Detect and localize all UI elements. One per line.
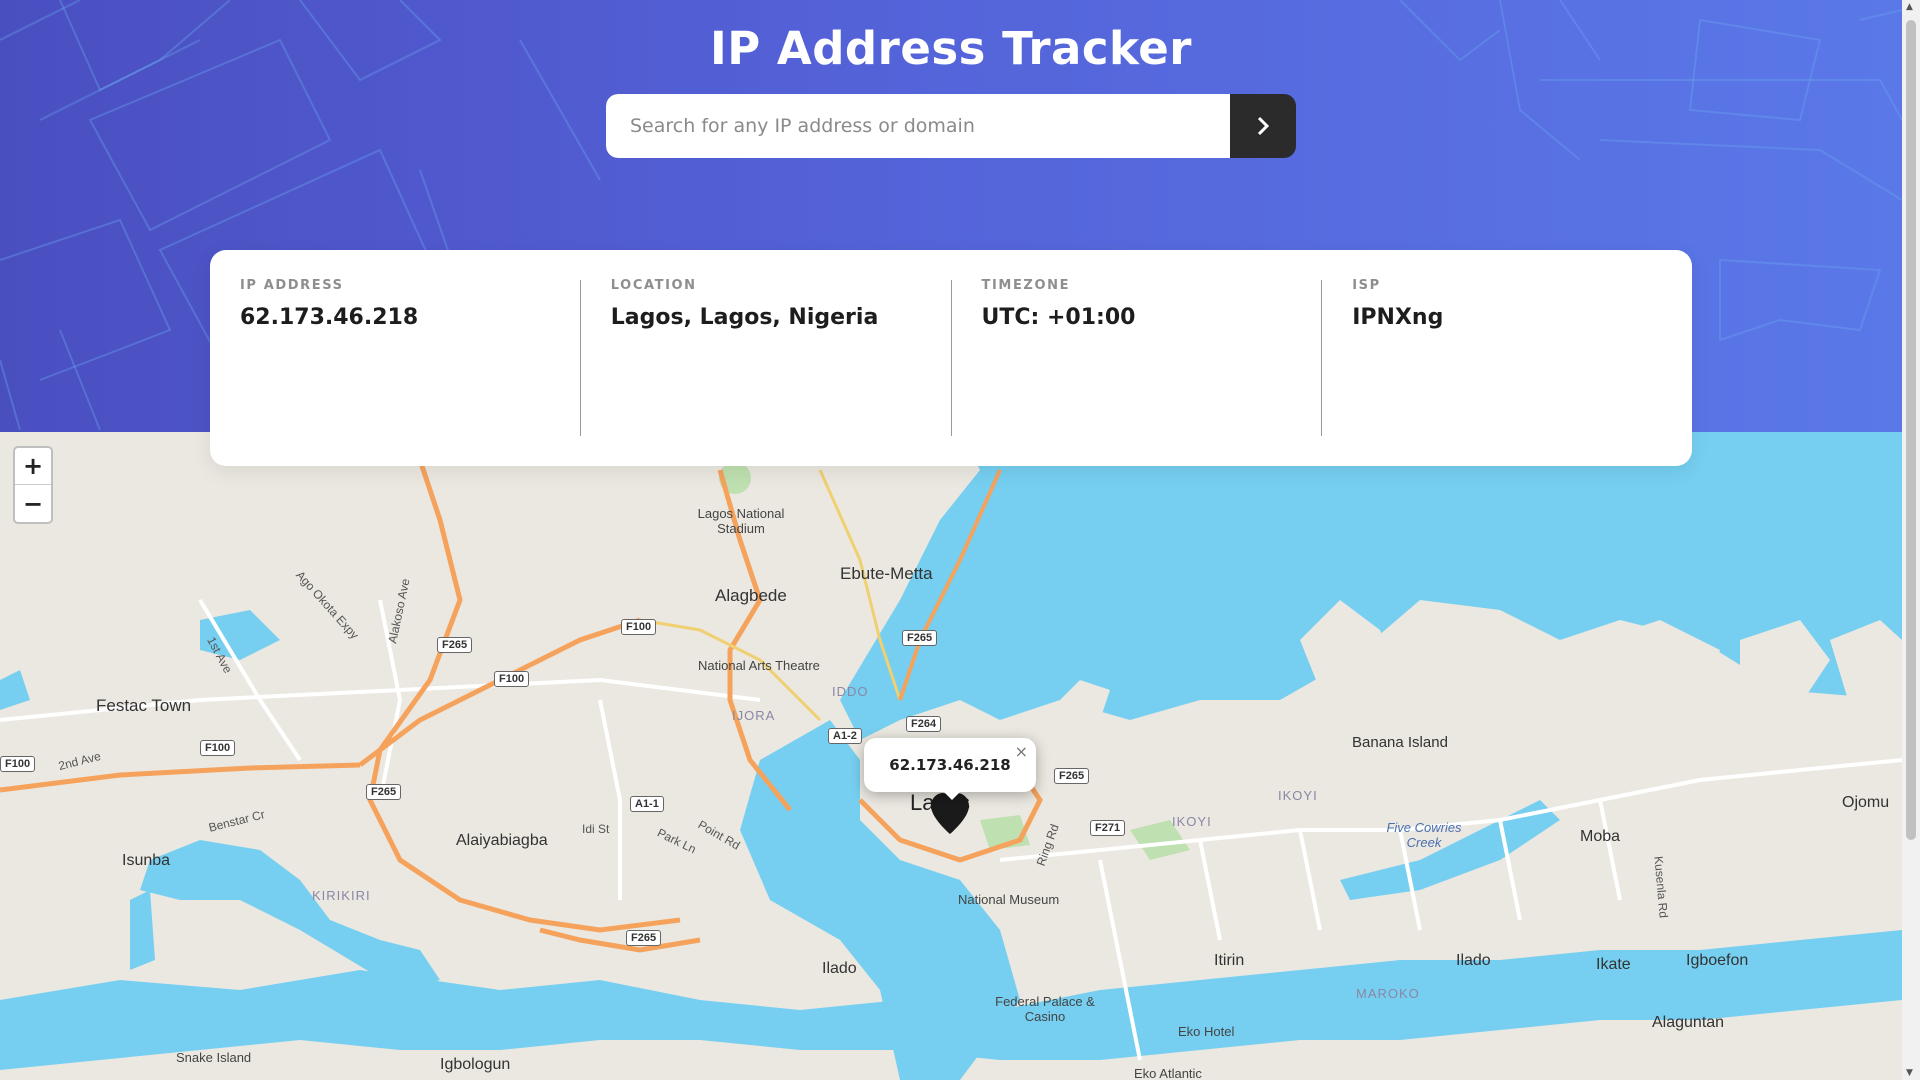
label-ikoyi: IKOYI: [1172, 814, 1212, 829]
scroll-up-arrow-icon[interactable]: ▲: [1906, 2, 1913, 12]
isp-section: ISP IPNXng: [1321, 278, 1692, 436]
label-maroko: MAROKO: [1356, 986, 1420, 1001]
road-shield: F265: [626, 930, 662, 946]
label-ilado: Ilado: [1456, 952, 1491, 969]
label-banana-island: Banana Island: [1352, 734, 1448, 751]
label-kirikiri: KIRIKIRI: [312, 888, 371, 903]
road-shield: F264: [906, 716, 942, 732]
isp-value: IPNXng: [1352, 305, 1444, 330]
label-ilado-west: Ilado: [822, 960, 857, 977]
timezone-section: TIMEZONE UTC: +01:00: [950, 278, 1322, 436]
zoom-out-button[interactable]: −: [15, 485, 51, 522]
submit-button[interactable]: [1230, 94, 1296, 158]
ip-address-value: 62.173.46.218: [240, 305, 419, 330]
isp-label: ISP: [1352, 278, 1381, 293]
label-alaguntan: Alaguntan: [1652, 1014, 1725, 1031]
timezone-label: TIMEZONE: [981, 278, 1071, 293]
popup-close-button[interactable]: ×: [1015, 742, 1028, 761]
road-shield: A1-1: [630, 796, 664, 812]
location-value: Lagos, Lagos, Nigeria: [610, 305, 879, 330]
label-eko-hotel: Eko Hotel: [1178, 1024, 1235, 1039]
popup-tip: [940, 788, 964, 800]
label-ojomu: Ojomu: [1842, 794, 1890, 811]
label-iddo: IDDO: [832, 684, 869, 699]
road-shield: F265: [1054, 768, 1090, 784]
label-igboefon: Igboefon: [1686, 952, 1749, 969]
label-snake-island: Snake Island: [176, 1050, 252, 1065]
popup-ip-text: 62.173.46.218: [889, 756, 1011, 774]
label-federal-palace: Federal Palace & Casino: [995, 994, 1095, 1024]
road-shield: A1-2: [828, 728, 862, 744]
label-ikoyi-north: IKOYI: [1278, 788, 1318, 803]
label-ijora: IJORA: [732, 708, 776, 723]
search-input[interactable]: [606, 94, 1230, 158]
timezone-value: UTC: +01:00: [981, 305, 1136, 330]
road-shield: F100: [200, 740, 236, 756]
label-igbologun: Igbologun: [440, 1056, 511, 1073]
ip-address-label: IP ADDRESS: [240, 278, 344, 293]
ip-address-section: IP ADDRESS 62.173.46.218: [240, 278, 580, 436]
label-eko-atlantic: Eko Atlantic: [1134, 1066, 1202, 1080]
label-isunba: Isunba: [122, 852, 171, 869]
label-moba: Moba: [1580, 828, 1621, 845]
label-alaiyabiagba: Alaiyabiagba: [456, 832, 548, 849]
label-idi-st: Idi St: [582, 822, 610, 836]
label-lagos-national-stadium: Lagos National Stadium: [697, 506, 785, 536]
label-festac-town: Festac Town: [96, 696, 192, 715]
road-shield: F265: [366, 784, 402, 800]
search-form: [606, 94, 1296, 158]
label-ebute-metta: Ebute-Metta: [840, 564, 933, 583]
location-label: LOCATION: [610, 278, 697, 293]
zoom-control: + −: [13, 446, 53, 524]
label-national-arts-theatre: National Arts Theatre: [698, 658, 820, 673]
location-popup: 62.173.46.218 ×: [864, 738, 1036, 792]
road-shield: F271: [1090, 820, 1126, 836]
scroll-down-arrow-icon[interactable]: ▼: [1906, 1068, 1913, 1078]
location-section: LOCATION Lagos, Lagos, Nigeria: [579, 278, 951, 436]
ip-info-card: IP ADDRESS 62.173.46.218 LOCATION Lagos,…: [210, 250, 1692, 466]
road-shield: F100: [0, 756, 36, 772]
label-itirin: Itirin: [1214, 952, 1245, 969]
label-alagbede: Alagbede: [715, 586, 787, 605]
label-national-museum: National Museum: [958, 892, 1060, 907]
page-title: IP Address Tracker: [709, 22, 1192, 75]
road-shield: F100: [494, 671, 530, 687]
road-shield: F100: [621, 619, 657, 635]
label-ikate: Ikate: [1596, 956, 1631, 973]
road-shield: F265: [902, 630, 938, 646]
road-shield: F265: [437, 637, 473, 653]
label-five-cowries-creek: Five Cowries Creek: [1386, 820, 1462, 850]
chevron-right-icon: [1257, 116, 1270, 136]
scrollbar-thumb[interactable]: [1906, 20, 1916, 840]
zoom-in-button[interactable]: +: [15, 448, 51, 485]
page-scrollbar[interactable]: ▲ ▼: [1902, 0, 1920, 1080]
